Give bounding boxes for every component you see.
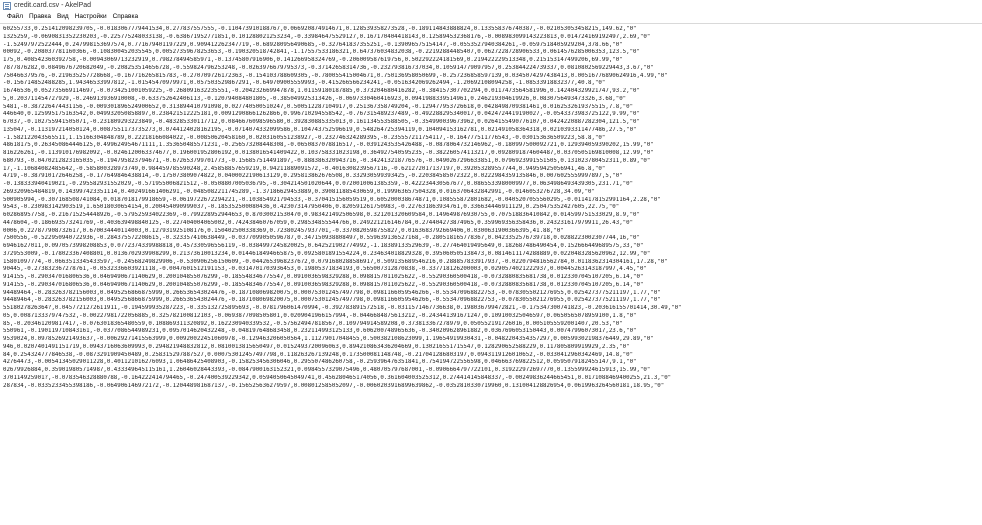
text-line: 7500556,-0.522950940722936,-0.2843755722…	[3, 235, 640, 242]
text-line: 5481,-0.387226474431156,-0.0093018965249…	[3, 103, 634, 110]
text-line: 4719,-0.387910172646258,-0.1776498464388…	[3, 173, 623, 180]
text-line: 9539024,0.0978526921493637,-0.0062927141…	[3, 336, 654, 342]
text-line: -0.156714852488285,1.94346533997812,-1.0…	[3, 80, 606, 87]
text-line: 446640,0.125995175163542,0.0499320508588…	[3, 111, 640, 118]
text-line: 602868957758,-0.216715254448926,-0.57952…	[3, 212, 640, 218]
text-line: 69461627011,0.0970573998208853,0.0772374…	[3, 243, 644, 249]
title-bar: credit.card.csv - AkelPad	[0, 0, 982, 11]
menu-help[interactable]: Справка	[110, 11, 142, 22]
text-line: 85,-0.203461209817417,-0.076301836548055…	[3, 320, 623, 327]
text-line: 05,0.0087133379747532,-0.002279817220568…	[3, 312, 637, 319]
text-line: 84,0.254324777846538,-0.0873291909450489…	[3, 351, 634, 358]
text-line: 9543,-0.230983142903519,1.65018030654154…	[3, 204, 620, 211]
text-line: 48618175,0.263450864446125,0.49962495467…	[3, 142, 654, 149]
menu-file[interactable]: Файл	[4, 11, 26, 22]
text-line: 15801097774,-0.0663513345433597,-0.24568…	[3, 258, 668, 265]
text-line: 0006,0.227877908732617,0.670034440114003…	[3, 227, 564, 234]
text-line: 60255733,0.251412098239705,-0.0183067779…	[3, 26, 637, 32]
text-line: 00092,-0.208037781160366,-0.108300452035…	[3, 49, 640, 56]
text-line: 5518027826364?,0.0457721272611911,-0.194…	[3, 305, 682, 311]
text-line: 1325259,-0.0690831352230203,-0.225775248…	[3, 33, 651, 40]
text-line: 16746536,0.052735669114697,-0.0734251001…	[3, 88, 640, 94]
text-editor-area[interactable]: 60255733,0.251412098239705,-0.0183067779…	[0, 23, 982, 525]
text-line: 94489464,-0.283263782156003,0.0495256866…	[3, 297, 661, 304]
text-line: 750466379576,-0.219635257728668,-0.16771…	[3, 72, 668, 79]
text-line: 17,-1.10684082485642,-0.585800328973749,…	[3, 165, 606, 172]
text-lines: 60255733,0.251412098239705,-0.0183067779…	[0, 24, 982, 390]
text-line: 135047,-0.113197214050124,0.008755117373…	[3, 126, 637, 133]
text-line: 3729553009,-0.178023367408801,0.01367029…	[3, 250, 651, 257]
text-line: 5,0.203711454727929,-0.246913936910008,-…	[3, 95, 627, 102]
text-line: 67037,-0.102755941505071,-0.231809293223…	[3, 119, 640, 125]
text-line: 7877876282,0.0849676720682049,-0.2082535…	[3, 64, 654, 71]
text-line: 42764473,-0.00541345029011228,0.40112101…	[3, 359, 637, 366]
text-line: 287834,-0.0335233455398186,-0.0649061469…	[3, 382, 665, 389]
text-line: 175,0.408542360392758,-0.009430697132329…	[3, 57, 623, 63]
menu-settings[interactable]: Настройки	[72, 11, 110, 22]
text-line: 914155,-0.290347016806536,0.046949067114…	[3, 274, 644, 280]
text-line: -0.138333940419021,-0.295582931552029,-0…	[3, 181, 634, 187]
text-line: -1.582122043565511,1.15166304848789,0.22…	[3, 134, 606, 141]
window-title: credit.card.csv - AkelPad	[14, 2, 92, 9]
text-line: 816226261,-0.113910176982092,-0.02461200…	[3, 150, 654, 156]
menu-edit[interactable]: Правка	[26, 11, 54, 22]
text-line: 94489464,-0.283263782156003,0.0495256866…	[3, 289, 661, 296]
text-line: 946,0.0207401491151719,0.094371606360999…	[3, 343, 630, 350]
text-line: 500905994,-0.307168508741084,0.018701817…	[3, 196, 661, 203]
text-line: 90445,-0.273832367278761,-0.053233660392…	[3, 266, 647, 273]
text-line: 550961,-0.190119710843161,-0.03770865449…	[3, 328, 637, 335]
text-line: -1.52497972522444,0.247998153697574,0.77…	[3, 41, 623, 48]
menu-bar: Файл Правка Вид Настройки Справка	[0, 11, 982, 22]
text-line: 02679926884,0.359019805714987,0.43334964…	[3, 367, 651, 373]
notepad-icon	[3, 1, 11, 10]
text-line: 680793,-0.0470212823165035,-0.1947958237…	[3, 157, 651, 164]
text-line: 370114925901?,-0.0783546328880788,-0.164…	[3, 374, 672, 381]
text-line: 914155,-0.290347016806536,0.046949067114…	[3, 281, 644, 288]
text-line: 269320965484819,0.143997423351114,0.4024…	[3, 188, 595, 195]
text-line: 4478604,-0.186693573241769,-0.4036394988…	[3, 219, 634, 226]
menu-view[interactable]: Вид	[54, 11, 72, 22]
